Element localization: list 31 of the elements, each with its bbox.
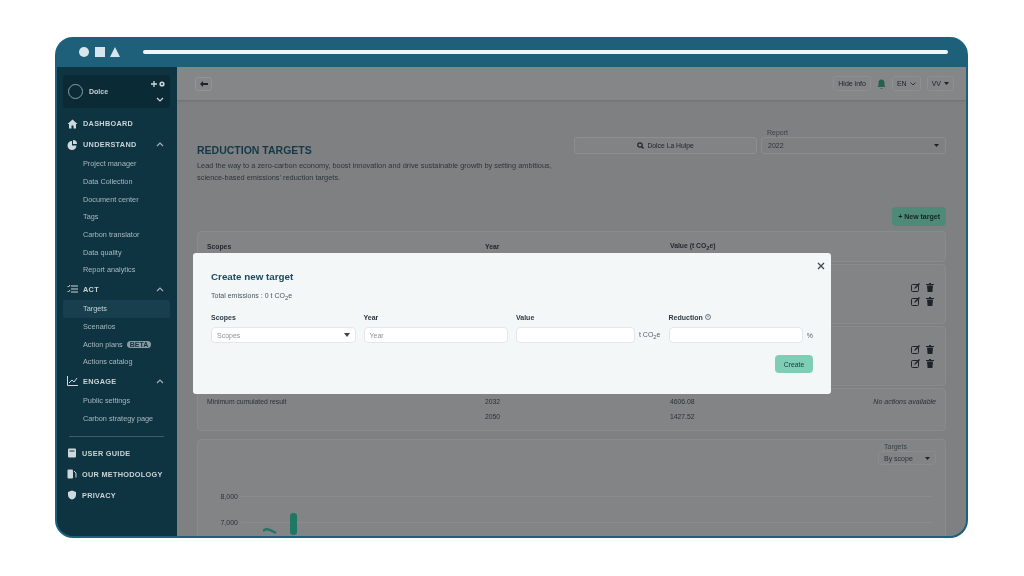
trash-icon[interactable] [926,358,934,368]
caret-down-icon [934,144,939,147]
caret-down-icon [944,82,949,85]
close-icon[interactable] [817,262,825,270]
trash-icon[interactable] [926,344,934,354]
fuel-pump-icon [67,469,77,480]
edit-icon[interactable] [911,282,920,292]
arrow-left-icon [199,80,208,87]
dialog-title: Create new target [211,271,295,282]
pie-chart-icon [67,139,78,150]
edit-icon[interactable] [911,296,920,306]
edit-icon[interactable] [911,358,920,368]
trash-icon[interactable] [926,282,934,292]
caret-down-icon [343,333,350,338]
edit-icon[interactable] [911,344,920,354]
chevron-down-icon [156,97,164,102]
shapes-icon [79,46,121,58]
line-chart-icon [67,376,78,387]
book-icon [67,448,77,459]
caret-down-icon [925,456,930,460]
checklist-icon [67,284,78,295]
shield-icon [67,490,77,501]
chevron-down-icon [909,81,916,86]
page-title: REDUCTION TARGETS [197,144,313,156]
home-icon [67,118,78,129]
input-field[interactable] [516,327,635,344]
back-button[interactable] [195,76,212,91]
search-icon [637,142,645,149]
input-field[interactable] [668,327,803,344]
trash-icon[interactable] [926,296,934,306]
add-settings-icon [150,80,166,88]
